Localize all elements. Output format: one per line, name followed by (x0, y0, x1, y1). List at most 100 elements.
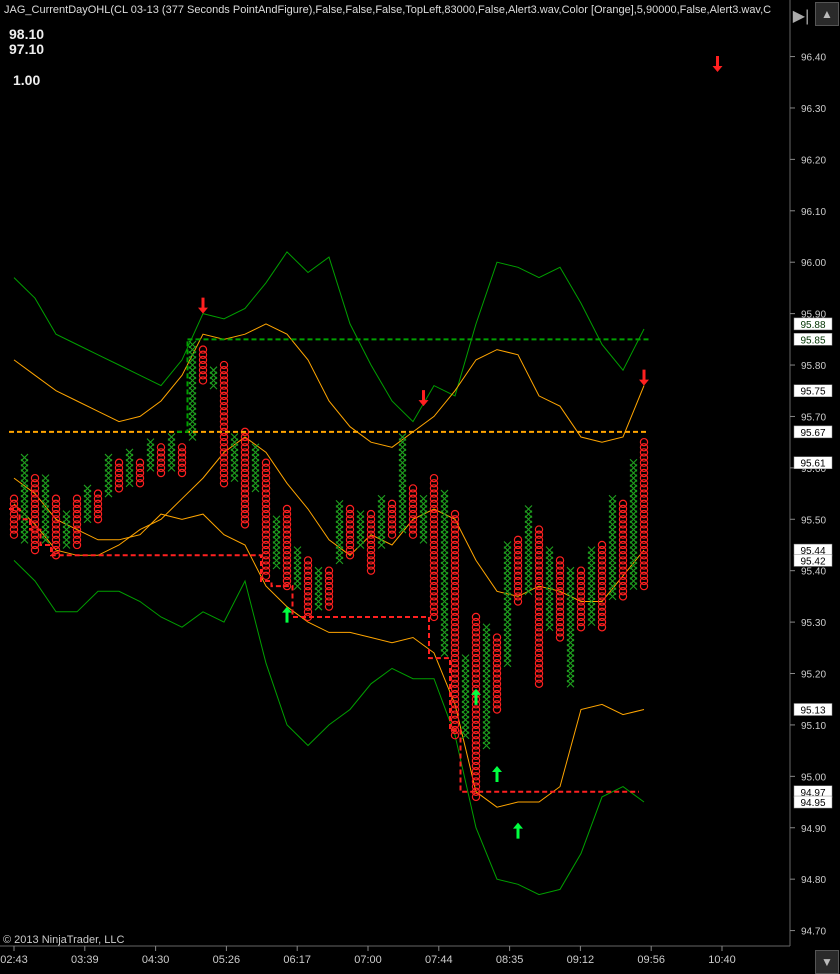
pnf-chart: 96.4096.3096.2096.1096.0095.9095.8095.70… (0, 0, 840, 966)
o-box (51, 494, 61, 503)
o-box (576, 566, 586, 575)
scroll-down-button[interactable]: ▼ (815, 950, 839, 974)
price-tick-label: 94.80 (801, 875, 826, 886)
x-box (293, 546, 302, 555)
x-box (230, 433, 239, 441)
o-box (597, 540, 607, 550)
band-line-3 (13, 477, 645, 808)
time-tick-label: 09:56 (637, 954, 665, 966)
price-label: 95.67 (800, 428, 825, 439)
price-label: 95.75 (800, 387, 825, 398)
scroll-up-button[interactable]: ▲ (815, 2, 839, 26)
plot-area (9, 55, 723, 896)
copyright: © 2013 NinjaTrader, LLC (3, 934, 125, 946)
o-box (366, 509, 376, 519)
price-label: 95.42 (800, 556, 825, 567)
x-box (104, 453, 113, 462)
price-axis: 96.4096.3096.2096.1096.0095.9095.8095.70… (789, 0, 840, 946)
o-box (534, 525, 544, 534)
x-box (209, 366, 218, 375)
level-low-label: 97.10 (9, 41, 45, 57)
o-box (282, 504, 292, 514)
x-box (629, 458, 638, 467)
o-box (618, 499, 628, 509)
x-box (503, 541, 512, 549)
level-high-label: 98.10 (9, 26, 45, 42)
o-box (177, 443, 187, 452)
price-label: 95.88 (800, 320, 825, 331)
price-tick-label: 96.10 (801, 207, 826, 218)
arrow-down-icon (198, 297, 208, 314)
indicator-title: JAG_CurrentDayOHL(CL 03-13 (377 Seconds … (4, 4, 772, 16)
x-box (20, 453, 29, 462)
jump-to-end-icon[interactable]: ▶| (790, 6, 812, 28)
o-box (9, 494, 19, 503)
o-box (387, 499, 397, 509)
price-tick-label: 95.40 (801, 567, 826, 578)
x-box (167, 433, 176, 441)
x-box (272, 515, 281, 524)
x-box (335, 499, 344, 508)
x-box (188, 340, 197, 349)
o-box (639, 437, 649, 447)
price-tick-label: 95.70 (801, 412, 826, 423)
o-box (324, 566, 334, 575)
band-line-0 (13, 251, 645, 423)
arrow-up-icon (492, 766, 502, 783)
x-box (377, 494, 386, 503)
time-tick-label: 08:35 (496, 954, 524, 966)
price-tick-label: 95.00 (801, 772, 826, 783)
price-tick-label: 94.70 (801, 927, 826, 938)
time-tick-label: 03:39 (71, 954, 99, 966)
x-box (41, 474, 50, 483)
time-tick-label: 10:40 (708, 954, 736, 966)
o-box (429, 473, 439, 483)
o-box (492, 633, 502, 642)
time-tick-label: 06:17 (283, 954, 311, 966)
x-box (146, 438, 155, 447)
time-tick-label: 07:44 (425, 954, 453, 966)
x-box (566, 566, 575, 575)
x-box (482, 623, 491, 632)
price-label: 95.85 (800, 335, 825, 346)
time-tick-label: 09:12 (567, 954, 595, 966)
arrow-down-icon (639, 369, 649, 386)
band-line-1 (13, 323, 645, 448)
price-tick-label: 96.20 (801, 155, 826, 166)
o-box (408, 484, 418, 493)
arrow-down-icon (712, 55, 723, 72)
price-tick-label: 95.50 (801, 515, 826, 526)
price-tick-label: 95.10 (801, 721, 826, 732)
price-tick-label: 95.20 (801, 670, 826, 681)
price-tick-label: 95.30 (801, 618, 826, 629)
price-tick-label: 96.40 (801, 53, 826, 64)
o-box (135, 458, 145, 467)
o-box (30, 473, 40, 483)
price-label: 95.61 (800, 459, 825, 470)
x-box (419, 494, 428, 503)
o-box (303, 556, 313, 565)
o-box (93, 489, 103, 498)
o-box (198, 345, 208, 354)
price-tick-label: 96.00 (801, 258, 826, 269)
time-tick-label: 04:30 (142, 954, 170, 966)
x-box (608, 494, 617, 503)
o-box (156, 443, 166, 452)
o-box (114, 458, 124, 467)
price-tick-label: 94.90 (801, 824, 826, 835)
o-box (471, 612, 481, 622)
time-axis: 02:43 03:39 04:30 05:26 06:17 07:00 07:44 08:35… (0, 945, 790, 966)
x-box (545, 546, 554, 555)
x-box (314, 566, 323, 575)
x-box (461, 654, 470, 662)
o-box (513, 535, 523, 545)
o-box (219, 360, 229, 370)
x-box (62, 510, 71, 519)
o-box (345, 504, 355, 514)
x-box (440, 489, 449, 498)
step-line-1 (177, 339, 189, 433)
o-box (261, 458, 271, 467)
box-size-label: 1.00 (13, 72, 41, 88)
o-box (555, 556, 565, 565)
step-line-0 (9, 508, 639, 793)
